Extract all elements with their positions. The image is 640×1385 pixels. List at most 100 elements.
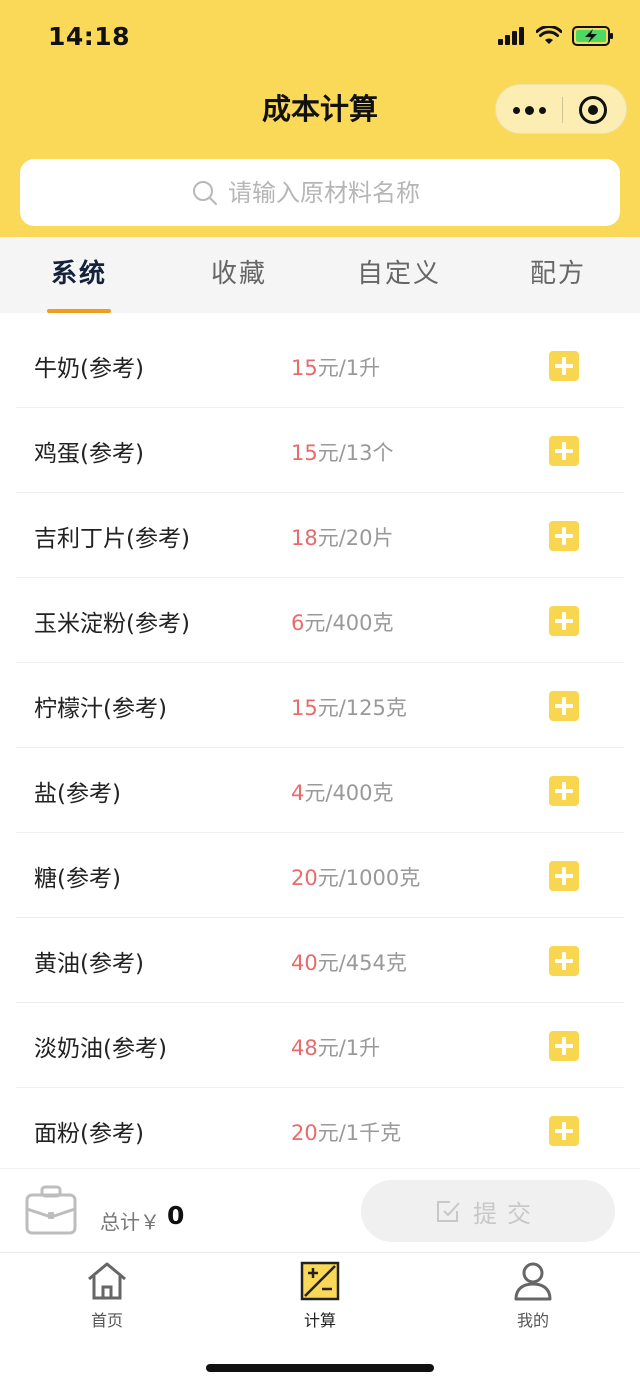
material-price: 4元/400克 — [291, 777, 394, 807]
material-list: 牛奶(参考) 15元/1升 鸡蛋(参考) 15元/13个 吉利丁片(参考) 18… — [16, 323, 624, 1173]
list-item: 牛奶(参考) 15元/1升 — [16, 323, 624, 408]
price-value: 15 — [291, 696, 318, 720]
tab-favorites[interactable]: 收藏 — [198, 237, 280, 313]
briefcase-icon[interactable] — [24, 1183, 78, 1237]
tabbar-item-mine[interactable]: 我的 — [478, 1261, 588, 1331]
mini-program-capsule — [495, 84, 627, 134]
material-name: 玉米淀粉(参考) — [34, 611, 190, 637]
tab-label: 系统 — [50, 259, 107, 289]
material-name: 盐(参考) — [34, 781, 121, 807]
close-miniprogram-icon[interactable] — [579, 96, 607, 124]
material-name: 鸡蛋(参考) — [34, 441, 144, 467]
add-icon[interactable] — [549, 1031, 579, 1061]
add-icon[interactable] — [549, 521, 579, 551]
dot-icon — [538, 106, 546, 114]
material-price: 15元/1升 — [291, 352, 380, 382]
material-price: 15元/125克 — [291, 692, 407, 722]
material-price: 20元/1千克 — [291, 1117, 401, 1147]
price-unit: 元/13个 — [317, 441, 394, 465]
add-icon[interactable] — [549, 946, 579, 976]
category-tabs: 系统 收藏 自定义 配方 — [0, 237, 640, 313]
material-name: 面粉(参考) — [34, 1121, 144, 1147]
material-name: 糖(参考) — [34, 866, 121, 892]
list-item: 盐(参考) 4元/400克 — [16, 748, 624, 833]
status-icons — [498, 26, 614, 46]
add-icon[interactable] — [549, 691, 579, 721]
tabbar-item-home[interactable]: 首页 — [52, 1261, 162, 1331]
tabbar-label: 我的 — [516, 1311, 549, 1330]
list-item: 吉利丁片(参考) 18元/20片 — [16, 493, 624, 578]
list-item: 淡奶油(参考) 48元/1升 — [16, 1003, 624, 1088]
material-name: 淡奶油(参考) — [34, 1036, 167, 1062]
list-item: 鸡蛋(参考) 15元/13个 — [16, 408, 624, 493]
tabbar-label: 计算 — [303, 1311, 336, 1330]
price-value: 15 — [291, 441, 318, 465]
add-icon[interactable] — [549, 861, 579, 891]
home-indicator — [206, 1364, 434, 1372]
active-tab-indicator — [47, 309, 111, 313]
list-item: 柠檬汁(参考) 15元/125克 — [16, 663, 624, 748]
submit-label: 提交 — [473, 1199, 541, 1228]
list-item: 面粉(参考) 20元/1千克 — [16, 1088, 624, 1173]
add-icon[interactable] — [549, 351, 579, 381]
dot-icon — [512, 106, 520, 114]
material-price: 20元/1000克 — [291, 862, 420, 892]
price-value: 40 — [291, 951, 318, 975]
price-value: 4 — [291, 781, 305, 805]
capsule-divider — [562, 97, 563, 123]
list-item: 黄油(参考) 40元/454克 — [16, 918, 624, 1003]
tab-label: 收藏 — [210, 259, 267, 289]
cart-bar: 总计￥ 0 提交 — [0, 1168, 640, 1252]
tab-custom[interactable]: 自定义 — [345, 237, 453, 313]
tab-recipes[interactable]: 配方 — [517, 237, 599, 313]
price-unit: 元/400克 — [304, 781, 394, 805]
add-icon[interactable] — [549, 776, 579, 806]
add-icon[interactable] — [549, 1116, 579, 1146]
user-icon — [514, 1262, 552, 1301]
material-price: 48元/1升 — [291, 1032, 380, 1062]
total-label: 总计￥ — [100, 1210, 160, 1234]
material-name: 吉利丁片(参考) — [34, 526, 190, 552]
more-menu-button[interactable] — [511, 100, 547, 120]
status-time: 14:18 — [48, 22, 131, 51]
add-icon[interactable] — [549, 606, 579, 636]
signal-icon — [498, 27, 524, 45]
price-value: 15 — [291, 356, 318, 380]
material-price: 6元/400克 — [291, 607, 394, 637]
search-icon — [193, 180, 217, 205]
price-unit: 元/125克 — [317, 696, 407, 720]
price-unit: 元/1升 — [317, 1036, 381, 1060]
search-box[interactable] — [20, 159, 620, 226]
price-unit: 元/454克 — [317, 951, 407, 975]
battery-charging-icon — [572, 26, 613, 46]
price-value: 20 — [291, 1121, 318, 1145]
header: 14:18 成本计算 — [0, 0, 640, 237]
list-item: 糖(参考) 20元/1000克 — [16, 833, 624, 918]
price-unit: 元/400克 — [304, 611, 394, 635]
wifi-icon — [536, 26, 562, 44]
price-unit: 元/20片 — [317, 526, 394, 550]
price-value: 20 — [291, 866, 318, 890]
material-name: 黄油(参考) — [34, 951, 144, 977]
price-unit: 元/1千克 — [317, 1121, 402, 1145]
add-icon[interactable] — [549, 436, 579, 466]
tab-label: 配方 — [529, 259, 586, 289]
status-bar: 14:18 — [0, 0, 640, 80]
calculator-icon — [300, 1261, 340, 1301]
tabbar-item-calculate[interactable]: 计算 — [265, 1261, 375, 1331]
home-icon — [88, 1262, 126, 1300]
price-value: 6 — [291, 611, 305, 635]
edit-check-icon — [437, 1201, 460, 1222]
price-value: 48 — [291, 1036, 318, 1060]
material-price: 18元/20片 — [291, 522, 394, 552]
submit-button[interactable]: 提交 — [361, 1180, 615, 1242]
tab-label: 自定义 — [356, 259, 441, 289]
search-input[interactable] — [228, 178, 448, 207]
list-item: 玉米淀粉(参考) 6元/400克 — [16, 578, 624, 663]
total-value: 0 — [167, 1201, 185, 1230]
dot-icon — [524, 105, 534, 115]
tab-system[interactable]: 系统 — [38, 237, 120, 313]
price-unit: 元/1000克 — [317, 866, 421, 890]
material-name: 柠檬汁(参考) — [34, 696, 167, 722]
material-price: 40元/454克 — [291, 947, 407, 977]
